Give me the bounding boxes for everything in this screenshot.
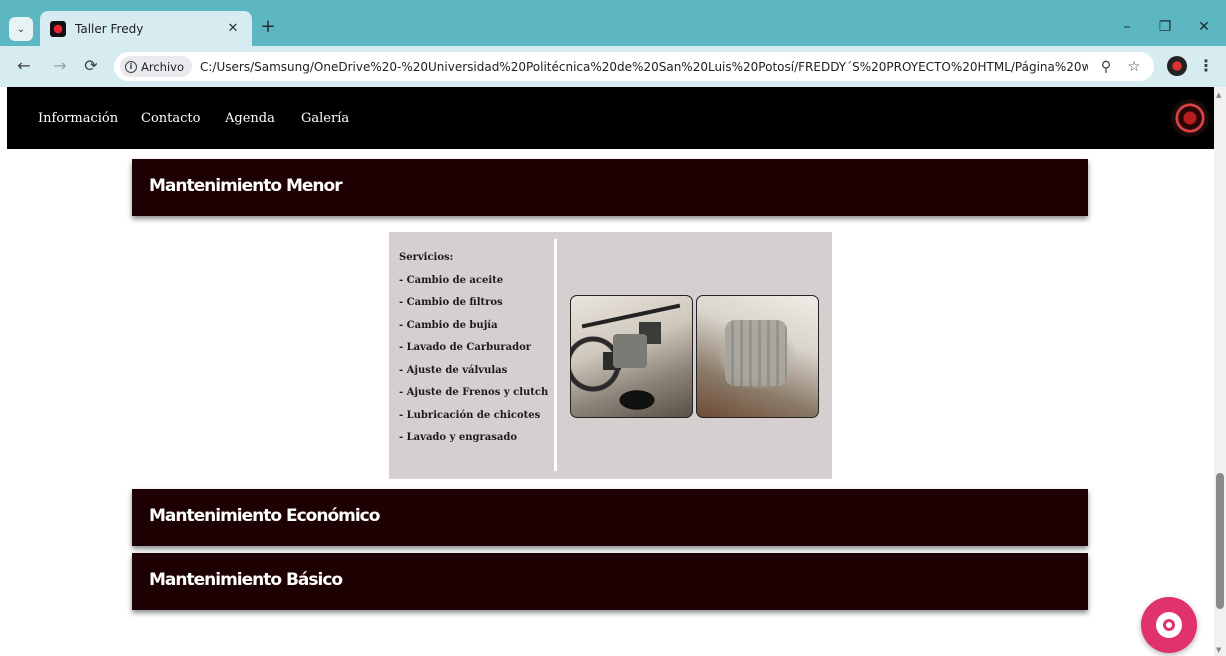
list-item: - Cambio de bujía [399,319,498,331]
browser-menu-icon[interactable]: ⋮ [1198,56,1214,76]
forward-button[interactable]: → [50,56,70,76]
services-list: Servicios: - Cambio de aceite - Cambio d… [399,252,549,455]
list-item: - Ajuste de Frenos y clutch [399,387,549,398]
panel-divider [554,239,557,471]
nav-link-informacion[interactable]: Información [38,111,118,126]
section-header-economico[interactable]: Mantenimiento Económico [132,489,1088,546]
profile-avatar[interactable] [1167,56,1187,76]
section-title: Mantenimiento Económico [149,506,380,526]
list-item: - Lavado y engrasado [399,432,518,443]
site-navbar: Información Contacto Agenda Galería [7,87,1214,149]
bookmark-star-icon[interactable]: ☆ [1124,59,1144,75]
chat-dot-icon [1163,619,1175,631]
zoom-icon[interactable]: ⚲ [1096,59,1116,75]
tab-title: Taller Fredy [75,21,144,36]
section-header-basico[interactable]: Mantenimiento Básico [132,553,1088,610]
browser-tab[interactable]: Taller Fredy ✕ [40,11,252,46]
address-bar[interactable]: i Archivo C:/Users/Samsung/OneDrive%20-%… [114,52,1154,81]
services-heading: Servicios: [399,252,454,263]
back-button[interactable]: ← [14,56,34,76]
site-info-chip[interactable]: i Archivo [120,56,192,77]
scroll-down-icon[interactable]: ▼ [1216,646,1221,654]
page-scrollbar[interactable]: ▲ ▼ [1214,87,1226,656]
restore-window-button[interactable]: ❐ [1155,19,1175,35]
minimize-window-button[interactable]: – [1117,19,1137,35]
site-logo[interactable] [1171,99,1209,137]
list-item: - Cambio de aceite [399,274,504,286]
list-item: - Lubricación de chicotes [399,409,541,421]
engine-photo [696,295,819,418]
services-panel: Servicios: - Cambio de aceite - Cambio d… [389,232,832,479]
close-window-button[interactable]: ✕ [1194,19,1214,35]
list-item: - Lavado de Carburador [399,342,532,353]
list-item: - Cambio de filtros [399,297,503,308]
scrollbar-thumb[interactable] [1216,473,1224,609]
list-item: - Ajuste de válvulas [399,364,508,376]
section-header-menor[interactable]: Mantenimiento Menor [132,159,1088,216]
section-title: Mantenimiento Básico [149,570,343,590]
chat-widget-button[interactable] [1141,597,1197,653]
nav-link-galeria[interactable]: Galería [301,111,349,126]
site-info-label: Archivo [141,59,184,74]
url-text[interactable]: C:/Users/Samsung/OneDrive%20-%20Universi… [200,60,1088,74]
browser-toolbar: ← → ⟳ i Archivo C:/Users/Samsung/OneDriv… [0,46,1226,87]
browser-tab-strip: ⌄ Taller Fredy ✕ + – ❐ ✕ [0,0,1226,46]
motorcycle-frame-photo [570,295,693,418]
new-tab-button[interactable]: + [258,17,278,37]
nav-link-agenda[interactable]: Agenda [225,111,275,126]
section-title: Mantenimiento Menor [149,176,343,196]
site-favicon-icon [50,20,66,37]
nav-link-contacto[interactable]: Contacto [141,111,200,126]
close-tab-icon[interactable]: ✕ [224,21,242,36]
page-viewport: Información Contacto Agenda Galería Mant… [0,87,1226,656]
scroll-up-icon[interactable]: ▲ [1216,91,1221,99]
chat-bubble-icon [1156,612,1182,638]
tab-search-button[interactable]: ⌄ [9,17,33,41]
info-icon: i [125,60,137,73]
reload-button[interactable]: ⟳ [81,56,101,76]
